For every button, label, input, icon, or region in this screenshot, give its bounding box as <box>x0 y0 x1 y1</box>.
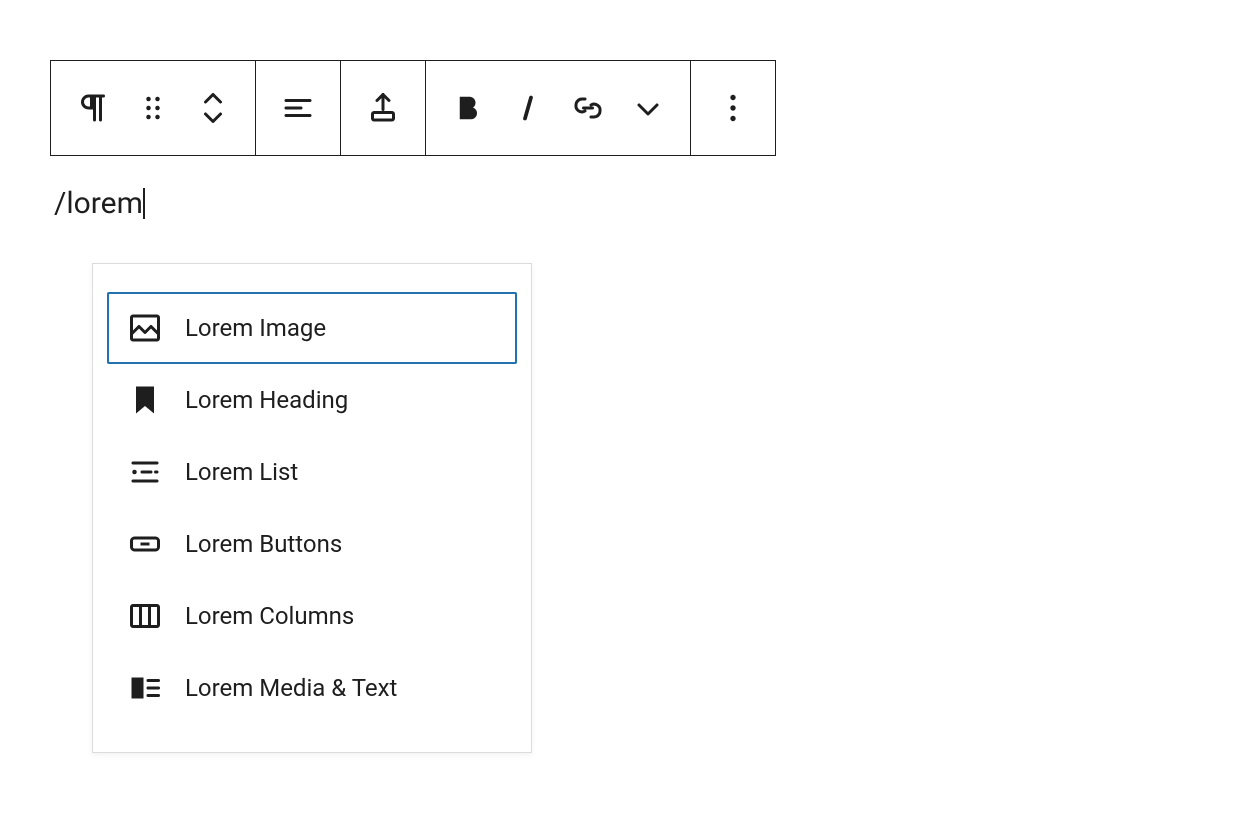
more-format-button[interactable] <box>618 78 678 138</box>
bookmark-icon <box>127 382 163 418</box>
bold-button[interactable] <box>438 78 498 138</box>
move-updown-icon <box>195 90 231 126</box>
align-icon <box>280 90 316 126</box>
drag-button[interactable] <box>123 78 183 138</box>
toolbar-group-3 <box>341 61 426 155</box>
toolbar-group-1 <box>51 61 256 155</box>
toolbar-group-2 <box>256 61 341 155</box>
option-lorem-heading[interactable]: Lorem Heading <box>107 364 517 436</box>
slash-query-text: /lorem <box>54 186 143 221</box>
block-toolbar <box>50 60 776 156</box>
insert-button[interactable] <box>353 78 413 138</box>
options-button[interactable] <box>703 78 763 138</box>
image-icon <box>127 310 163 346</box>
option-label: Lorem Media & Text <box>185 674 397 702</box>
chevron-down-icon <box>630 90 666 126</box>
option-label: Lorem Image <box>185 314 326 342</box>
drag-handle-icon <box>135 90 171 126</box>
link-icon <box>570 90 606 126</box>
option-label: Lorem List <box>185 458 298 486</box>
italic-button[interactable] <box>498 78 558 138</box>
option-lorem-columns[interactable]: Lorem Columns <box>107 580 517 652</box>
button-icon <box>127 526 163 562</box>
bold-icon <box>450 90 486 126</box>
insert-icon <box>365 90 401 126</box>
media-text-icon <box>127 670 163 706</box>
option-lorem-list[interactable]: Lorem List <box>107 436 517 508</box>
option-lorem-buttons[interactable]: Lorem Buttons <box>107 508 517 580</box>
italic-icon <box>510 90 546 126</box>
option-label: Lorem Buttons <box>185 530 342 558</box>
toolbar-group-4 <box>426 61 691 155</box>
option-label: Lorem Heading <box>185 386 348 414</box>
paragraph-icon <box>75 90 111 126</box>
columns-icon <box>127 598 163 634</box>
option-label: Lorem Columns <box>185 602 354 630</box>
editor-area[interactable]: /lorem <box>50 186 1190 221</box>
link-button[interactable] <box>558 78 618 138</box>
block-autocomplete-popup: Lorem Image Lorem Heading Lorem List Lor… <box>92 263 532 753</box>
list-icon <box>127 454 163 490</box>
move-button[interactable] <box>183 78 243 138</box>
option-lorem-image[interactable]: Lorem Image <box>107 292 517 364</box>
align-button[interactable] <box>268 78 328 138</box>
option-lorem-media-text[interactable]: Lorem Media & Text <box>107 652 517 724</box>
more-vertical-icon <box>715 90 751 126</box>
paragraph-button[interactable] <box>63 78 123 138</box>
toolbar-group-5 <box>691 61 775 155</box>
